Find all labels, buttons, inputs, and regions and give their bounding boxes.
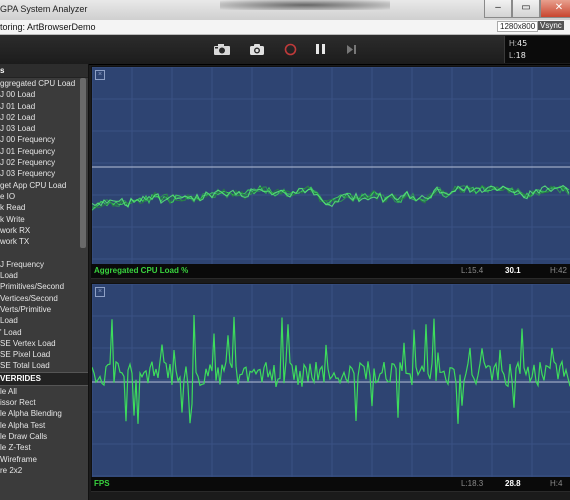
minimize-button[interactable]: – <box>484 0 512 18</box>
readout-low: L:18 <box>509 51 526 60</box>
metric-item[interactable]: J 03 Frequency <box>0 168 88 179</box>
graph-label: Aggregated CPU Load % <box>94 266 189 275</box>
top-shadow <box>220 0 390 10</box>
monitoring-label: toring: ArtBrowserDemo <box>0 22 96 32</box>
fps-graph[interactable]: × <box>91 283 570 478</box>
metrics-list: ggregated CPU Load J 00 Load J 01 Load J 02… <box>0 78 88 372</box>
graph-low-value: L:15.4 <box>461 266 484 275</box>
metric-item[interactable]: e IO <box>0 191 88 202</box>
metrics-header: s <box>0 64 88 78</box>
step-forward-icon[interactable] <box>344 41 358 57</box>
maximize-button[interactable]: ▭ <box>512 0 540 18</box>
graph-close-icon[interactable]: × <box>95 70 105 80</box>
metric-item[interactable]: work RX <box>0 225 88 236</box>
overrides-header: VERRIDES <box>0 371 88 386</box>
close-button[interactable]: ✕ <box>540 0 570 18</box>
camera-record-icon[interactable] <box>212 41 232 57</box>
metric-item[interactable]: Verts/Primitive <box>0 304 88 315</box>
metric-item[interactable]: J 03 Load <box>0 123 88 134</box>
record-icon[interactable] <box>282 41 298 57</box>
graph-low-value: L:18.3 <box>461 479 484 488</box>
metric-item[interactable]: SE Vertex Load <box>0 338 88 349</box>
metric-item[interactable]: J 00 Frequency <box>0 134 88 145</box>
metric-item[interactable]: k Write <box>0 214 88 225</box>
override-item[interactable]: le Z-Test <box>0 442 88 453</box>
window-title: GPA System Analyzer <box>0 4 88 14</box>
override-item[interactable]: le All <box>0 386 88 397</box>
metric-item[interactable]: SE Pixel Load <box>0 349 88 360</box>
metric-item[interactable] <box>0 247 88 258</box>
metric-item[interactable]: J 01 Load <box>0 101 88 112</box>
window-controls: – ▭ ✕ <box>484 0 570 18</box>
metric-item[interactable]: work TX <box>0 236 88 247</box>
cpu-load-graph[interactable]: × <box>91 66 570 265</box>
metric-item[interactable]: J Frequency <box>0 259 88 270</box>
metric-item[interactable]: J 00 Load <box>0 89 88 100</box>
graph-label: FPS <box>94 479 110 488</box>
metric-item[interactable]: J 01 Frequency <box>0 146 88 157</box>
metric-item[interactable]: get App CPU Load <box>0 180 88 191</box>
override-item[interactable]: re 2x2 <box>0 465 88 476</box>
metric-item[interactable]: k Read <box>0 202 88 213</box>
graph-current-value: 28.8 <box>505 479 521 488</box>
overrides-list: le All issor Rect le Alpha Blending le Alph… <box>0 386 88 476</box>
pause-icon[interactable] <box>313 41 327 57</box>
toolbar <box>0 35 570 65</box>
fps-plot <box>92 284 570 477</box>
status-bar: toring: ArtBrowserDemo 1280x800 Vsync <box>0 20 570 35</box>
resolution-badge: 1280x800 <box>497 21 539 32</box>
metric-item[interactable]: J 02 Frequency <box>0 157 88 168</box>
metric-item[interactable]: Primitives/Second <box>0 281 88 292</box>
metric-item[interactable]: Load <box>0 315 88 326</box>
metric-item[interactable]: Load <box>0 270 88 281</box>
override-item[interactable]: le Draw Calls <box>0 431 88 442</box>
cpu-load-footer: Aggregated CPU Load % L:15.4 30.1 H:42 <box>91 264 570 279</box>
readout-high: H:45 <box>509 39 528 48</box>
override-item[interactable]: issor Rect <box>0 397 88 408</box>
fps-footer: FPS L:18.3 28.8 H:4 <box>91 477 570 492</box>
override-item[interactable]: le Alpha Blending <box>0 408 88 419</box>
metrics-scrollbar[interactable] <box>80 78 86 248</box>
graph-close-icon[interactable]: × <box>95 287 105 297</box>
override-item[interactable]: Wireframe <box>0 454 88 465</box>
metric-item[interactable]: Vertices/Second <box>0 293 88 304</box>
metric-item[interactable]: SE Total Load <box>0 360 88 371</box>
metric-item[interactable]: ' Load <box>0 327 88 338</box>
vsync-toggle[interactable]: Vsync <box>538 21 564 30</box>
graph-high-value: H:42 <box>550 266 567 275</box>
metric-item[interactable]: J 02 Load <box>0 112 88 123</box>
metric-item[interactable]: ggregated CPU Load <box>0 78 88 89</box>
graph-current-value: 30.1 <box>505 266 521 275</box>
metrics-panel: s ggregated CPU Load J 00 Load J 01 Load J … <box>0 64 89 500</box>
graph-high-value: H:4 <box>550 479 563 488</box>
override-item[interactable]: le Alpha Test <box>0 420 88 431</box>
fps-readout: H:45 L:18 <box>504 36 570 63</box>
camera-icon[interactable] <box>248 41 266 57</box>
fps-trace <box>92 314 570 424</box>
cpu-load-plot <box>92 67 570 264</box>
